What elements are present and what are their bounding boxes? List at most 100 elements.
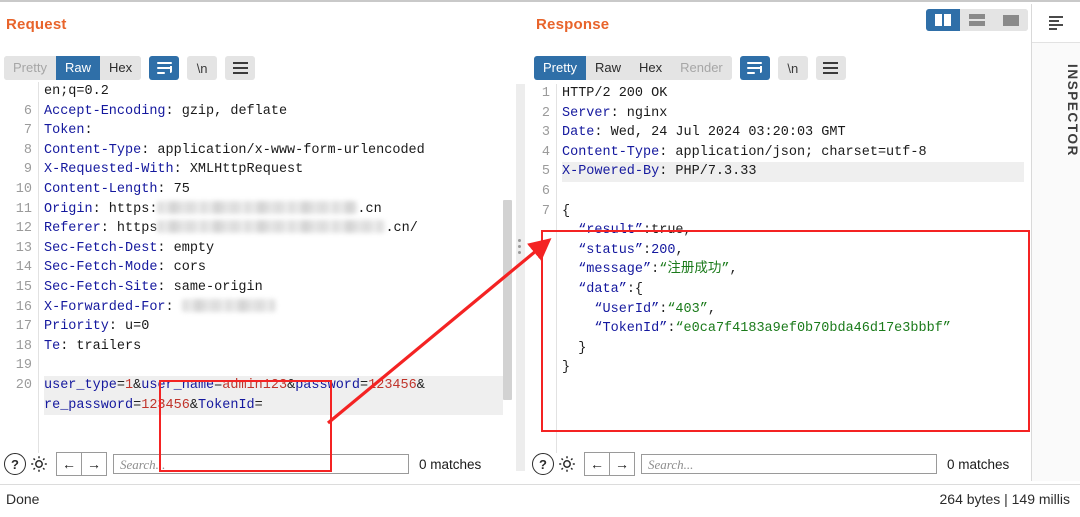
response-code-line[interactable]: {	[562, 202, 1024, 222]
request-code-token: X-Requested-With	[44, 162, 174, 178]
request-code-token: Sec-Fetch-Dest	[44, 240, 158, 256]
search-prev-button[interactable]: ←	[56, 452, 82, 476]
response-code-token: {	[562, 203, 571, 219]
response-code-line[interactable]: “result”:true,	[562, 221, 1024, 241]
response-code-line[interactable]: Date: Wed, 24 Jul 2024 03:20:03 GMT	[562, 123, 1024, 143]
response-newline-button[interactable]: \n	[777, 56, 808, 80]
request-word-wrap-button[interactable]	[149, 56, 180, 80]
search-next-button[interactable]: →	[610, 452, 635, 476]
request-tab-pretty[interactable]: Pretty	[4, 56, 56, 80]
response-word-wrap-button[interactable]	[739, 56, 770, 80]
request-pane: Request Pretty Raw Hex \n 6 7 8 9 10 11 12 13 14 15…	[0, 4, 512, 481]
request-search-input[interactable]: Search...	[113, 454, 409, 474]
response-code-token: “result”	[562, 223, 644, 239]
request-code-line[interactable]: Priority: u=0	[44, 317, 504, 337]
response-view-tabs[interactable]: Pretty Raw Hex Render	[534, 56, 732, 80]
layout-horizontal-split-button[interactable]	[960, 9, 994, 31]
request-line-number: 16	[15, 299, 32, 315]
response-tab-raw[interactable]: Raw	[585, 56, 630, 80]
request-code-line[interactable]: X-Requested-With: XMLHttpRequest	[44, 160, 504, 180]
response-code-token: : Wed, 24 Jul 2024 03:20:03 GMT	[594, 125, 846, 141]
request-code-line[interactable]	[44, 356, 504, 376]
request-code-token: re_password	[44, 397, 134, 413]
newline-icon: \n	[196, 60, 208, 76]
response-code-line[interactable]: “UserId”:“403”,	[562, 300, 1024, 320]
search-next-button[interactable]: →	[82, 452, 107, 476]
response-code-line[interactable]: Content-Type: application/json; charset=…	[562, 143, 1024, 163]
response-code-token: “UserId”	[562, 301, 660, 317]
response-code-token: 200	[651, 242, 676, 258]
search-prev-button[interactable]: ←	[584, 452, 610, 476]
response-line-number	[528, 221, 550, 241]
single-pane-icon	[1003, 14, 1019, 26]
response-code-line[interactable]: “data”:{	[562, 280, 1024, 300]
request-code-token: =	[116, 377, 126, 393]
word-wrap-icon	[156, 62, 172, 74]
response-code[interactable]: HTTP/2 200 OK Server: nginx Date: Wed, 24 …	[562, 84, 1024, 378]
response-code-line[interactable]: “TokenId”:“e0ca7f4183a9ef0b70bda46d17e3b…	[562, 319, 1024, 339]
request-code[interactable]: en;q=0.2 Accept-Encoding: gzip, deflate To…	[44, 82, 504, 416]
request-tab-raw[interactable]: Raw	[55, 56, 100, 80]
request-menu-button[interactable]	[225, 56, 256, 80]
response-code-line[interactable]: }	[562, 339, 1024, 359]
request-code-line[interactable]: Content-Type: application/x-www-form-url…	[44, 141, 504, 161]
request-code-line[interactable]: Accept-Encoding: gzip, deflate	[44, 102, 504, 122]
request-line-numbers: 6 7 8 9 10 11 12 13 14 15 16 17 18 19 20	[0, 82, 32, 415]
response-tab-render[interactable]: Render	[671, 56, 732, 80]
request-scrollbar-thumb[interactable]	[503, 200, 512, 400]
request-code-line[interactable]: Referer: https .cn/	[44, 219, 504, 239]
response-code-line[interactable]: “status”:200,	[562, 241, 1024, 261]
request-view-tabs[interactable]: Pretty Raw Hex	[4, 56, 142, 80]
request-code-token: : trailers	[60, 338, 142, 354]
response-code-line[interactable]: }	[562, 358, 1024, 378]
request-tab-hex[interactable]: Hex	[99, 56, 142, 80]
layout-vertical-split-button[interactable]	[926, 9, 960, 31]
response-code-token: “data”	[562, 281, 627, 297]
inspector-toggle-button[interactable]	[1032, 4, 1080, 43]
request-newline-button[interactable]: \n	[187, 56, 218, 80]
response-search-input[interactable]: Search...	[641, 454, 937, 474]
response-menu-button[interactable]	[815, 56, 846, 80]
response-tab-pretty[interactable]: Pretty	[534, 56, 586, 80]
response-code-line[interactable]: Server: nginx	[562, 104, 1024, 124]
request-code-token: &	[189, 397, 198, 413]
request-code-line[interactable]: Te: trailers	[44, 337, 504, 357]
help-icon[interactable]: ?	[4, 453, 26, 475]
response-line-number: 3	[541, 125, 550, 141]
inspector-rail[interactable]: INSPECTOR	[1031, 4, 1080, 481]
response-editor[interactable]: 1234567 HTTP/2 200 OK Server: nginx Date: …	[528, 84, 1032, 453]
help-icon[interactable]: ?	[532, 453, 554, 475]
request-code-line[interactable]: Content-Length: 75	[44, 180, 504, 200]
request-editor[interactable]: 6 7 8 9 10 11 12 13 14 15 16 17 18 19 20 en;q=0.2 Accep…	[0, 82, 512, 453]
pane-divider[interactable]	[512, 4, 528, 481]
response-code-line[interactable]: “message”:“注册成功”,	[562, 260, 1024, 280]
response-line-number: 4	[541, 144, 550, 160]
response-line-number: 6	[541, 183, 550, 199]
gear-icon[interactable]	[28, 453, 50, 475]
response-code-line[interactable]: X-Powered-By: PHP/7.3.33	[562, 162, 1024, 182]
gear-icon[interactable]	[556, 453, 578, 475]
request-code-line[interactable]: user_type=1&user_name=admin123&password=…	[44, 375, 504, 396]
response-tab-hex[interactable]: Hex	[629, 56, 672, 80]
request-code-line[interactable]: re_password=123456&TokenId=	[44, 395, 504, 416]
request-code-line[interactable]: Sec-Fetch-Mode: cors	[44, 258, 504, 278]
request-line-number: 8	[23, 142, 32, 158]
request-line-number: 12	[15, 221, 32, 237]
request-code-token: Token	[44, 123, 85, 139]
response-code-line[interactable]: HTTP/2 200 OK	[562, 84, 1024, 104]
response-code-line[interactable]	[562, 182, 1024, 202]
response-code-token: }	[562, 360, 571, 376]
request-code-line[interactable]: X-Forwarded-For:	[44, 298, 504, 318]
request-code-line[interactable]: Origin: https: .cn	[44, 200, 504, 220]
request-code-line[interactable]: en;q=0.2	[44, 82, 504, 102]
newline-icon: \n	[787, 60, 799, 76]
request-code-line[interactable]: Sec-Fetch-Dest: empty	[44, 239, 504, 259]
request-code-line[interactable]: Sec-Fetch-Site: same-origin	[44, 278, 504, 298]
layout-single-pane-button[interactable]	[994, 9, 1028, 31]
request-line-number: 15	[15, 279, 32, 295]
request-code-line[interactable]: Token:	[44, 121, 504, 141]
request-scrollbar[interactable]	[503, 82, 512, 453]
divider-grip[interactable]	[518, 239, 522, 255]
menu-icon	[232, 62, 248, 74]
response-code-token: HTTP/2 200 OK	[562, 86, 668, 101]
